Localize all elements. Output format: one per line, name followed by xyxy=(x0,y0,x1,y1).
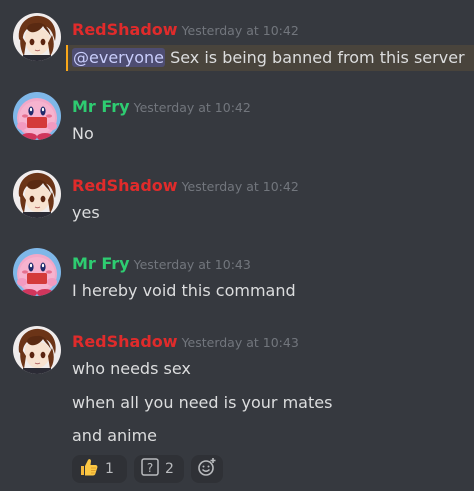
question-box-icon: ? xyxy=(141,458,159,480)
mention-bar xyxy=(66,45,68,71)
everyone-mention[interactable]: @everyone xyxy=(72,48,165,67)
svg-text:?: ? xyxy=(147,461,153,475)
message-text: yes xyxy=(72,203,100,222)
author-name[interactable]: Mr Fry Yesterday at 10:43 xyxy=(72,254,251,275)
timestamp: Yesterday at 10:42 xyxy=(181,23,299,38)
timestamp: Yesterday at 10:42 xyxy=(181,179,299,194)
message-body: Sex is being banned from this server xyxy=(164,48,465,67)
chat-messages: RedShadow Yesterday at 10:42 @everyone Se… xyxy=(0,0,474,491)
avatar[interactable] xyxy=(13,248,61,296)
message-text: I hereby void this command xyxy=(72,281,296,300)
author-name[interactable]: RedShadow Yesterday at 10:42 xyxy=(72,20,299,41)
author-name[interactable]: Mr Fry Yesterday at 10:42 xyxy=(72,97,251,118)
reaction-count: 1 xyxy=(105,461,114,477)
avatar[interactable] xyxy=(13,326,61,374)
reaction-count: 2 xyxy=(165,461,174,477)
author-name-text[interactable]: Mr Fry xyxy=(72,254,130,273)
add-reaction-icon xyxy=(197,457,217,481)
message-text: @everyone Sex is being banned from this … xyxy=(72,47,465,69)
avatar[interactable] xyxy=(13,92,61,140)
timestamp: Yesterday at 10:43 xyxy=(133,257,251,272)
add-reaction-button[interactable] xyxy=(191,455,223,483)
author-name-text[interactable]: RedShadow xyxy=(72,20,178,39)
mention-highlight: @everyone Sex is being banned from this … xyxy=(66,45,474,71)
thumbs-up-icon xyxy=(79,457,99,481)
timestamp: Yesterday at 10:42 xyxy=(133,100,251,115)
message-text: and anime xyxy=(72,426,158,445)
message-text: who needs sex xyxy=(72,359,191,378)
author-name-text[interactable]: RedShadow xyxy=(72,332,178,351)
author-name[interactable]: RedShadow Yesterday at 10:42 xyxy=(72,176,299,197)
message-text: when all you need is your mates xyxy=(72,393,333,412)
avatar[interactable] xyxy=(13,13,61,61)
reaction-thumbs-up[interactable]: 1 xyxy=(72,455,127,483)
message-text: No xyxy=(72,124,94,143)
reaction-question[interactable]: ? 2 xyxy=(134,455,184,483)
author-name-text[interactable]: RedShadow xyxy=(72,176,178,195)
author-name-text[interactable]: Mr Fry xyxy=(72,97,130,116)
avatar[interactable] xyxy=(13,170,61,218)
author-name[interactable]: RedShadow Yesterday at 10:43 xyxy=(72,332,299,353)
timestamp: Yesterday at 10:43 xyxy=(181,335,299,350)
